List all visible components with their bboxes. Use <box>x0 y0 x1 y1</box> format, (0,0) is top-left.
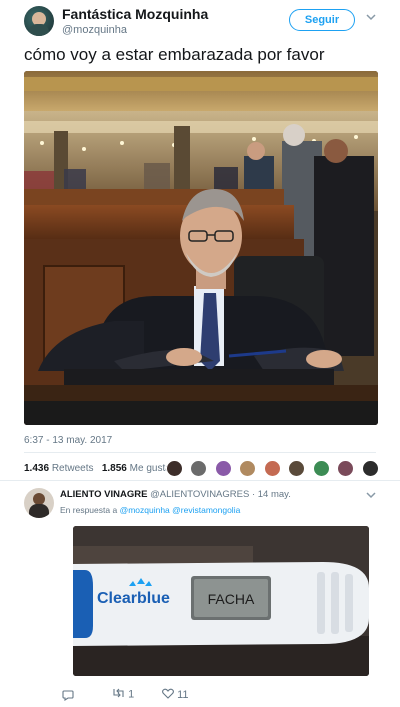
reply-photo[interactable]: Clearblue FACHA <box>73 526 369 676</box>
follow-button[interactable]: Seguir <box>289 9 355 31</box>
divider <box>24 452 376 453</box>
heart-icon[interactable] <box>162 688 174 702</box>
retweet-count: 1 <box>128 688 135 701</box>
reply-to-prefix: En respuesta a <box>60 505 118 515</box>
liker-avatar[interactable] <box>239 460 257 477</box>
likes-count[interactable]: 1.856 <box>102 463 127 474</box>
liker-avatar[interactable] <box>190 460 208 477</box>
divider <box>0 480 400 481</box>
test-result-window: FACHA <box>207 591 255 607</box>
retweets-label[interactable]: Retweets <box>52 463 94 474</box>
reply-author-handle[interactable]: @ALIENTOVINAGRES <box>150 489 249 500</box>
author-avatar[interactable] <box>24 6 54 36</box>
reply-author-avatar[interactable] <box>24 488 54 518</box>
reply-date[interactable]: 14 may. <box>258 489 291 500</box>
liker-avatar[interactable] <box>288 460 306 477</box>
liker-avatar[interactable] <box>214 460 232 477</box>
reply-author-name[interactable]: ALIENTO VINAGRE <box>60 489 147 500</box>
reply-to-line: En respuesta a @mozquinha @revistamongol… <box>60 505 240 515</box>
clearblue-logo: Clearblue <box>97 590 170 607</box>
liker-avatar[interactable] <box>337 460 355 477</box>
retweet-icon[interactable] <box>112 688 125 701</box>
tweet-stats: 1.436 Retweets 1.856 Me gusta <box>24 463 171 474</box>
author-handle[interactable]: @mozquinha <box>62 24 127 36</box>
reply-to-mention-1[interactable]: @mozquinha <box>120 505 170 515</box>
like-count: 11 <box>177 689 189 701</box>
likes-label[interactable]: Me gusta <box>130 463 171 474</box>
like-action[interactable]: 11 <box>162 688 188 702</box>
tweet-timestamp[interactable]: 6:37 - 13 may. 2017 <box>24 435 112 446</box>
reply-header: ALIENTO VINAGRE @ALIENTOVINAGRES · 14 ma… <box>60 489 291 500</box>
reply-icon[interactable] <box>62 688 74 706</box>
retweets-count[interactable]: 1.436 <box>24 463 49 474</box>
chevron-down-icon[interactable] <box>366 12 376 24</box>
author-name[interactable]: Fantástica Mozquinha <box>62 6 208 22</box>
reply-separator: · <box>249 489 258 500</box>
liker-avatar[interactable] <box>263 460 281 477</box>
reply-to-mention-2[interactable]: @revistamongolia <box>172 505 240 515</box>
liker-avatar[interactable] <box>166 460 183 477</box>
reply-chevron-down-icon[interactable] <box>366 490 376 502</box>
retweet-action[interactable]: 1 <box>112 688 134 701</box>
liker-avatar[interactable] <box>361 460 379 477</box>
likers-avatars[interactable] <box>166 460 382 482</box>
tweet-photo[interactable] <box>24 71 378 425</box>
tweet-text: cómo voy a estar embarazada por favor <box>24 45 325 64</box>
liker-avatar[interactable] <box>312 460 330 477</box>
